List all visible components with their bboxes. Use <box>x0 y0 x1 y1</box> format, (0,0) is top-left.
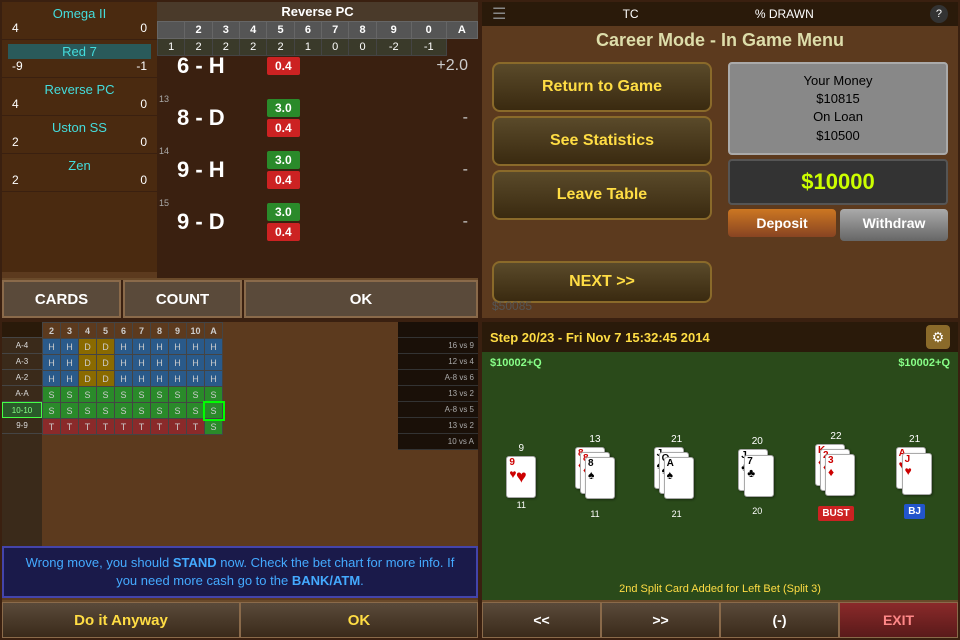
card-9h: 9 ♥ ♥ <box>506 456 536 498</box>
do-it-anyway-button[interactable]: Do it Anyway <box>2 602 240 638</box>
hand-split2: 21 J ♠ Q ♠ A ♠ 21 <box>654 434 700 519</box>
see-statistics-button[interactable]: See Statistics <box>492 116 712 166</box>
card-jh: J ♥ <box>902 453 932 495</box>
menu-icon[interactable]: ☰ <box>492 4 506 24</box>
count-button[interactable]: COUNT <box>123 280 242 318</box>
hand-split1: 13 8 ♦ 8 ♦ 8 ♠ 11 <box>575 434 615 519</box>
top-right-panel: ☰ TC % DRAWN ? Career Mode - In Game Men… <box>480 0 960 320</box>
strategy-chart: A-4 A-3 A-2 A-A 10-10 9-9 2345678910A HH… <box>2 322 478 558</box>
hand-row-0: 13 8 - D 3.0 0.4 - <box>157 92 478 144</box>
top-left-panel: Omega II 4 0 Red 7 -9 -1 Reverse PC 4 0 … <box>0 0 480 320</box>
hands-area: 6 - H 0.4 +2.0 13 8 - D 3.0 0.4 - 14 9 -… <box>157 40 478 288</box>
chart-row-a3: HHDDHHHHHH <box>43 355 223 371</box>
game-status: 2nd Split Card Added for Left Bet (Split… <box>482 583 958 595</box>
top-bar: ☰ TC % DRAWN ? <box>482 2 958 26</box>
hand-bust: 22 K ♦ 2 ♦ 3 ♦ BUST <box>815 431 857 521</box>
return-to-game-button[interactable]: Return to Game <box>492 62 712 112</box>
bottom-left-panel: A-4 A-3 A-2 A-A 10-10 9-9 2345678910A HH… <box>0 320 480 640</box>
percent-drawn-label: % DRAWN <box>755 7 814 21</box>
minus-button[interactable]: (-) <box>720 602 839 638</box>
ok-button-bl[interactable]: OK <box>240 602 478 638</box>
chart-row-aa: SSSSSSSSSS <box>43 387 223 403</box>
loan-amount: $10500 <box>738 127 938 145</box>
strategy-uston[interactable]: Uston SS 2 0 <box>2 116 157 154</box>
hand-bj: 21 A ♥ J ♥ BJ <box>896 434 934 519</box>
chart-right-tips: 16 vs 9 12 vs 4 A-8 vs 6 13 vs 2 A-8 vs … <box>398 322 478 450</box>
game-table: $10002+Q $10002+Q 9 9 ♥ ♥ 11 13 8 ♦ <box>482 352 958 600</box>
bet-left-label: $10002+Q <box>490 357 542 369</box>
cards-area: 9 9 ♥ ♥ 11 13 8 ♦ 8 ♦ <box>482 372 958 580</box>
strategy-omega2[interactable]: Omega II 4 0 <box>2 2 157 40</box>
strategy-reversepc[interactable]: Reverse PC 4 0 <box>2 78 157 116</box>
label-a4: A-4 <box>2 338 42 354</box>
your-money-label: Your Money <box>738 72 938 90</box>
game-header: Step 20/23 - Fri Nov 7 15:32:45 2014 ⚙ <box>482 322 958 352</box>
chart-row-99: TTTTTTTTTS <box>43 419 223 435</box>
menu-buttons: Return to Game See Statistics Leave Tabl… <box>492 62 712 224</box>
warning-text: Wrong move, you should STAND now. Check … <box>14 554 466 590</box>
help-button[interactable]: ? <box>930 5 948 23</box>
chart-row-1010: SSSSSSSSSS <box>43 403 223 419</box>
strategy-red7[interactable]: Red 7 -9 -1 <box>2 40 157 78</box>
label-aa: A-A <box>2 386 42 402</box>
money-display: $10000 <box>728 159 948 205</box>
step-label: Step 20/23 - Fri Nov 7 15:32:45 2014 <box>490 330 710 345</box>
table-title: Reverse PC <box>157 2 478 21</box>
hand-row-2: 15 9 - D 3.0 0.4 - <box>157 196 478 248</box>
bust-badge: BUST <box>818 506 853 521</box>
withdraw-button[interactable]: Withdraw <box>840 209 948 241</box>
warning-box: Wrong move, you should STAND now. Check … <box>2 546 478 598</box>
on-loan-label: On Loan <box>738 108 938 126</box>
cards-button[interactable]: CARDS <box>2 280 121 318</box>
tc-label: TC <box>623 7 639 21</box>
strategy-list: Omega II 4 0 Red 7 -9 -1 Reverse PC 4 0 … <box>2 2 157 272</box>
leave-table-button[interactable]: Leave Table <box>492 170 712 220</box>
exit-button[interactable]: EXIT <box>839 602 958 638</box>
label-1010: 10-10 <box>2 402 42 418</box>
bj-badge: BJ <box>904 504 925 519</box>
prev-button[interactable]: << <box>482 602 601 638</box>
label-99: 9-9 <box>2 418 42 434</box>
strategy-grid: 2345678910A HHDDHHHHHH HHDDHHHHHH HHDDHH… <box>42 322 223 435</box>
bl-button-bar: Do it Anyway OK <box>2 600 478 638</box>
hand-row-prev: 6 - H 0.4 +2.0 <box>157 40 478 92</box>
balance-display: $50085 <box>492 299 532 313</box>
hand-row-1: 14 9 - H 3.0 0.4 - <box>157 144 478 196</box>
settings-icon[interactable]: ⚙ <box>926 325 950 349</box>
chart-row-a4: HHDDHHHHHH <box>43 339 223 355</box>
br-button-bar: << >> (-) EXIT <box>482 600 958 638</box>
hand-split3: 20 J ♣ 7 ♣ 20 <box>738 436 776 516</box>
tl-button-bar: CARDS COUNT OK <box>2 278 478 318</box>
card-7c: 7 ♣ <box>744 455 774 497</box>
strategy-zen[interactable]: Zen 2 0 <box>2 154 157 192</box>
deposit-button[interactable]: Deposit <box>728 209 836 237</box>
next-button[interactable]: NEXT >> <box>492 261 712 303</box>
money-panel: Your Money $10815 On Loan $10500 $10000 … <box>728 62 948 241</box>
label-a2: A-2 <box>2 370 42 386</box>
card-8s: 8 ♠ <box>585 457 615 499</box>
next-button-br[interactable]: >> <box>601 602 720 638</box>
bottom-right-panel: Step 20/23 - Fri Nov 7 15:32:45 2014 ⚙ $… <box>480 320 960 640</box>
hand-dealer: 9 9 ♥ ♥ 11 <box>506 443 536 510</box>
reference-table: Reverse PC 234567890A 1 2222100-2-1 6 - … <box>157 2 478 288</box>
bet-right-label: $10002+Q <box>898 357 950 369</box>
label-a3: A-3 <box>2 354 42 370</box>
chart-row-labels: A-4 A-3 A-2 A-A 10-10 9-9 <box>2 322 42 558</box>
card-as: A ♠ <box>664 457 694 499</box>
career-mode-title: Career Mode - In Game Menu <box>482 30 958 51</box>
ok-button-tl[interactable]: OK <box>244 280 478 318</box>
chart-row-a2: HHDDHHHHHH <box>43 371 223 387</box>
money-info-box: Your Money $10815 On Loan $10500 <box>728 62 948 155</box>
money-amount1: $10815 <box>738 90 938 108</box>
card-3d: 3 ♦ <box>825 454 855 496</box>
